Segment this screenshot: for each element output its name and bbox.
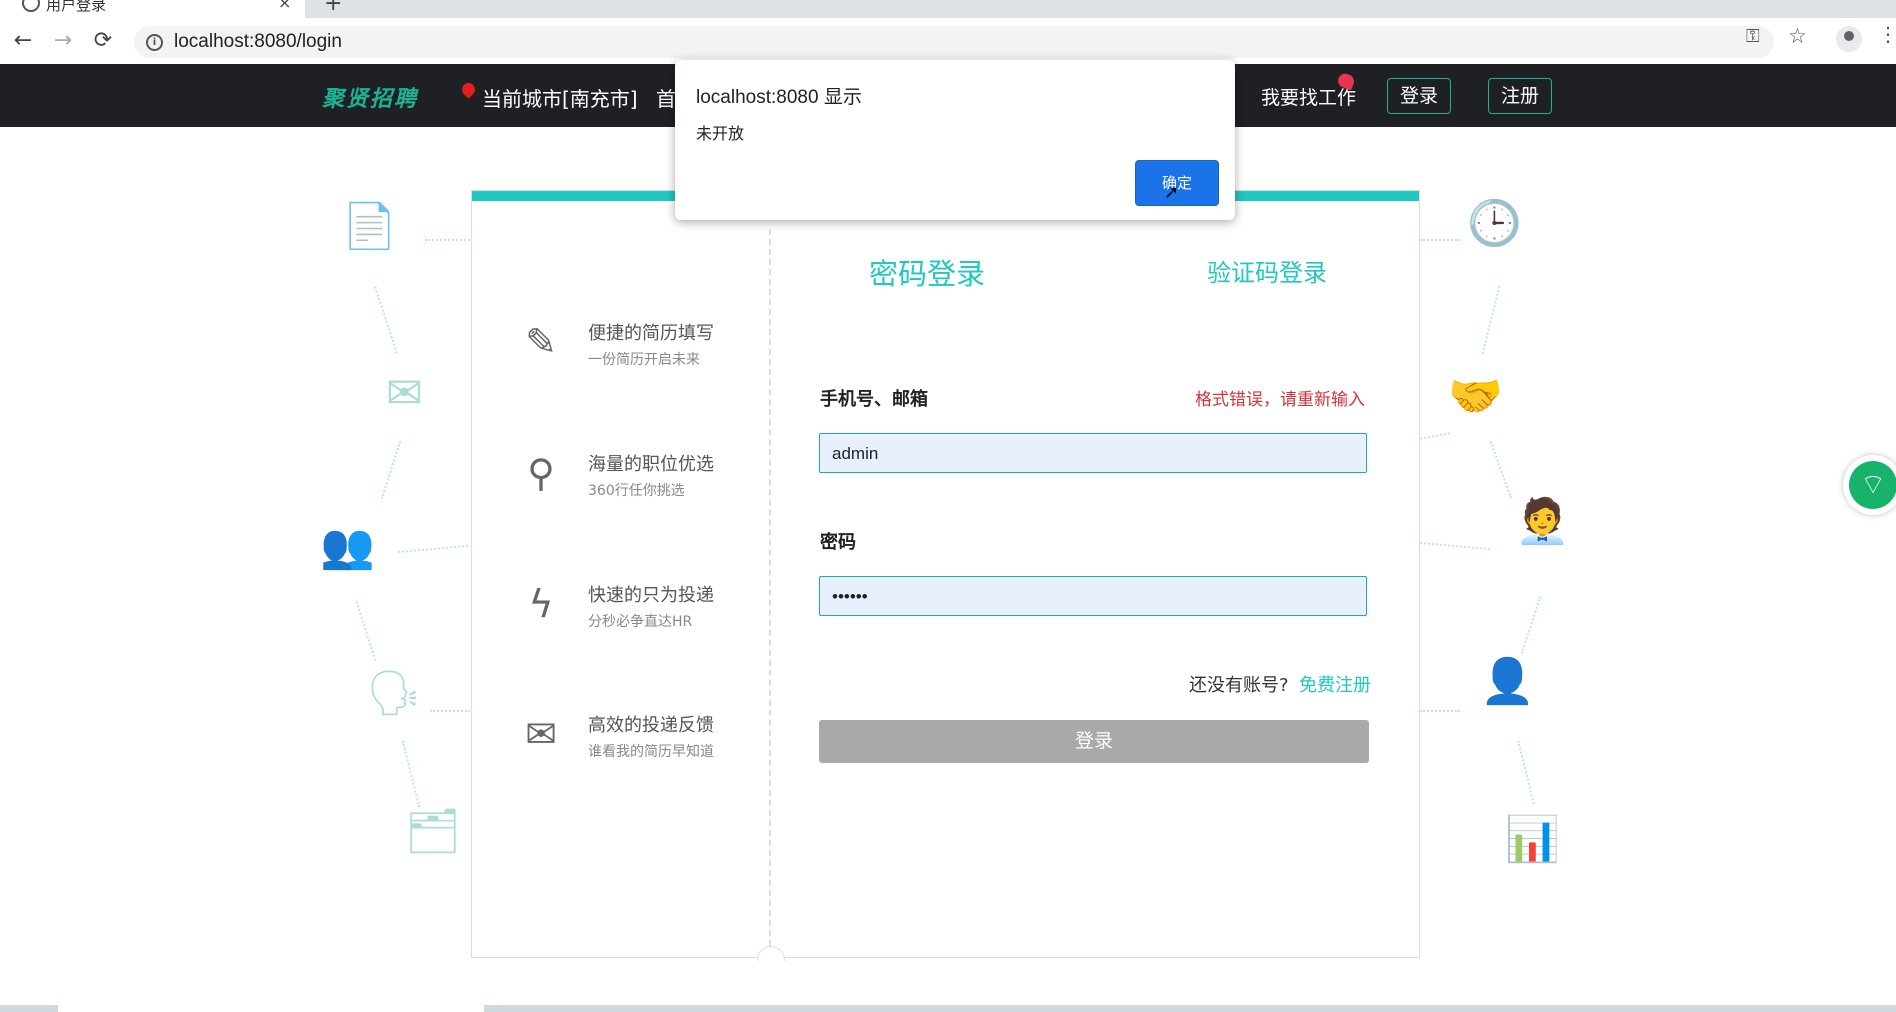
current-city[interactable]: 当前城市[南充市] [482, 83, 638, 112]
dialog-message: 未开放 [696, 124, 745, 143]
free-register-link[interactable]: 免费注册 [1299, 671, 1371, 697]
envelope-icon: ✉ [386, 368, 423, 419]
clock-icon: 🕒 [1467, 198, 1522, 249]
feature-subtitle: 360行任你挑选 [588, 483, 685, 499]
dotted-line [425, 239, 470, 241]
headset-person-icon: 🗣 [366, 668, 422, 719]
feature-subtitle: 一份简历开启未来 [588, 352, 700, 368]
people-group-icon: 👥 [320, 521, 375, 572]
close-tab-icon[interactable]: × [278, 0, 291, 12]
bottom-bar-segment [58, 1005, 484, 1012]
dotted-line [430, 710, 470, 712]
handshake-icon: 🤝 [1448, 371, 1503, 422]
password-label: 密码 [820, 532, 856, 553]
presentation-board-icon: 📊 [1505, 814, 1560, 865]
key-icon[interactable]: ⚿ [1746, 26, 1760, 47]
dotted-line [1420, 541, 1490, 551]
bookmark-star-icon[interactable]: ☆ [1788, 24, 1807, 48]
feature-subtitle: 分秒必争直达HR [588, 614, 693, 630]
new-tab-icon[interactable]: + [324, 0, 342, 16]
feature-subtitle: 谁看我的简历早知道 [588, 744, 714, 760]
dotted-line [1420, 432, 1450, 440]
page-favicon-icon [22, 0, 40, 12]
login-submit-button[interactable]: 登录 [819, 720, 1369, 763]
address-bar[interactable]: i localhost:8080/login [134, 26, 1774, 58]
document-icon: 📄 [342, 201, 397, 252]
alert-dialog: localhost:8080 显示 未开放 确定 [675, 60, 1235, 220]
person-bust-icon: 👤 [1480, 656, 1535, 707]
header-register-button[interactable]: 注册 [1488, 78, 1552, 114]
tab-code-login[interactable]: 验证码登录 [1207, 253, 1327, 288]
pencil-icon: ✎ [525, 320, 557, 364]
tab-title: 用户登录 [46, 0, 107, 14]
header-login-button[interactable]: 登录 [1387, 78, 1451, 114]
wifi-icon: ⌔ [1849, 461, 1896, 509]
dotted-line [1481, 285, 1501, 355]
dotted-line [1420, 710, 1460, 712]
card-divider [769, 229, 771, 956]
mail-icon: ✉ [525, 712, 557, 756]
feature-title: 便捷的简历填写 [588, 323, 714, 344]
site-info-icon[interactable]: i [146, 34, 163, 51]
no-account-text: 还没有账号? [1189, 675, 1289, 696]
dotted-line [1489, 441, 1513, 499]
tab-password-login[interactable]: 密码登录 [869, 251, 985, 293]
search-icon: ⚲ [527, 451, 555, 495]
password-input[interactable]: •••••• [819, 576, 1367, 616]
url-text[interactable]: localhost:8080/login [174, 31, 342, 53]
dotted-line [374, 286, 398, 354]
feature-title: 快速的只为投递 [588, 585, 714, 606]
browser-tab-strip: 用户登录 × + [0, 0, 1896, 18]
dotted-line [1517, 740, 1535, 805]
browser-toolbar: ← → ⟳ i localhost:8080/login [0, 18, 1896, 65]
floating-widget[interactable]: ⌔ [1843, 455, 1896, 515]
dotted-line [1520, 596, 1542, 654]
browser-tab[interactable]: 用户登录 × [0, 0, 305, 18]
dotted-line [1420, 239, 1460, 241]
dotted-line [398, 544, 468, 554]
dotted-line [401, 740, 421, 808]
feature-title: 高效的投递反馈 [588, 715, 714, 736]
folder-icon: 🗂 [405, 806, 461, 857]
nav-home[interactable]: 首 [656, 83, 676, 112]
reload-icon[interactable]: ⟳ [88, 26, 118, 56]
lightning-icon: ϟ [528, 582, 554, 626]
format-error-message: 格式错误，请重新输入 [1195, 390, 1365, 410]
dialog-title: localhost:8080 显示 [696, 87, 862, 108]
site-logo[interactable]: 聚贤招聘 [322, 81, 418, 113]
login-card: ✎ 便捷的简历填写 一份简历开启未来 ⚲ 海量的职位优选 360行任你挑选 ϟ … [471, 190, 1420, 961]
profile-avatar-icon[interactable] [1836, 26, 1862, 52]
back-icon[interactable]: ← [8, 26, 38, 56]
account-label: 手机号、邮箱 [820, 389, 928, 410]
forward-icon[interactable]: → [48, 26, 78, 56]
feature-title: 海量的职位优选 [588, 454, 714, 475]
mouse-cursor-icon: ➚ [1164, 182, 1180, 203]
menu-kebab-icon[interactable]: ⋮ [1878, 22, 1896, 46]
dotted-line [355, 601, 377, 661]
businessman-icon: 🧑‍💼 [1515, 496, 1570, 547]
divider-notch [757, 946, 785, 961]
dotted-line [380, 441, 402, 499]
location-pin-icon [459, 80, 478, 99]
account-input[interactable]: admin [819, 433, 1367, 473]
